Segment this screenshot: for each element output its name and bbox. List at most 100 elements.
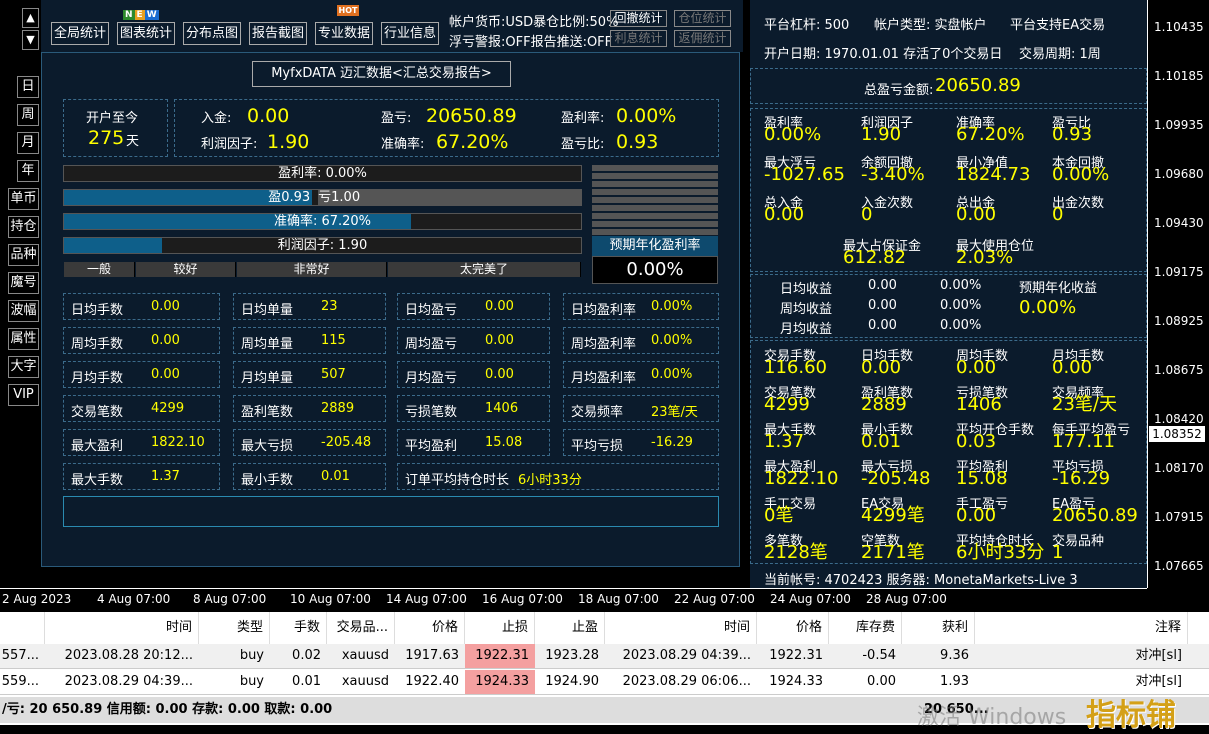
table-header-1[interactable]: 时间 [45,612,199,644]
stat-label: 最大手数 [71,473,124,488]
win-label: 盈0.93 [268,190,311,205]
table-header-8[interactable]: 时间 [605,612,757,644]
stat-value: 0.00 [151,333,180,348]
stat-label: 最大盈利 [71,439,124,454]
decor-stripe [592,197,718,203]
time-tick: 10 Aug 07:00 [290,592,371,606]
table-header-3[interactable]: 手数 [270,612,327,644]
table-header-4[interactable]: 交易品... [327,612,395,644]
interest-stats-button[interactable]: 利息统计 [610,30,667,47]
table-cell: 0.02 [292,648,321,663]
right-trade-value: 2889 [861,394,907,415]
price-tick: 1.07915 [1154,510,1204,524]
nav-button-3[interactable]: 年 [17,160,39,182]
stat-value: 6小时33分 [518,473,582,488]
stat-cell: 订单平均持仓时长 6小时33分 [397,463,719,490]
right-stat-value: 0.00 [956,204,997,225]
table-header-10[interactable]: 库存费 [829,612,902,644]
rebate-stats-button[interactable]: 返佣统计 [674,30,731,47]
stat-value: 0.00 [485,367,514,382]
right-trade-value: 1.37 [764,431,805,452]
nav-button-2[interactable]: 月 [17,132,39,154]
toolbar-button-5[interactable]: 行业信息 [381,22,439,45]
time-tick: 18 Aug 07:00 [578,592,659,606]
table-cell: 1917.63 [405,648,459,663]
pl-ratio-value: 0.93 [616,131,659,153]
stat-cell: 最大盈利 1822.10 [63,429,220,456]
nav-button-1[interactable]: 周 [17,104,39,126]
scroll-down-button[interactable]: ▼ [22,30,39,50]
table-header-5[interactable]: 价格 [395,612,465,644]
nav-button-5[interactable]: 持仓 [8,216,39,238]
stat-cell: 日均盈利率 0.00% [563,293,719,320]
right-stat-value: 1.90 [861,124,902,145]
nav-button-11[interactable]: VIP [8,384,39,406]
toolbar-button-3[interactable]: 报告截图 [249,22,307,45]
stat-cell: 周均单量 115 [233,327,386,354]
decor-stripe [592,189,718,195]
nav-button-4[interactable]: 单币 [8,188,39,210]
stat-cell: 平均盈利 15.08 [397,429,550,456]
nav-button-8[interactable]: 波幅 [8,300,39,322]
stat-cell: 月均单量 507 [233,361,386,388]
stat-cell: 交易笔数 4299 [63,395,220,422]
table-header-2[interactable]: 类型 [199,612,270,644]
profit-factor-value: 1.90 [267,131,310,153]
stat-value: 0.00% [651,367,693,382]
table-header-7[interactable]: 止盈 [535,612,605,644]
new-badge: NEW [123,10,159,20]
windows-activation-watermark: 激活 Windows [917,705,1067,730]
recall-stats-button[interactable]: 回撤统计 [610,10,667,27]
nav-button-10[interactable]: 大字 [8,356,39,378]
table-cell: 559... [1,674,39,689]
stat-cell: 最大亏损 -205.48 [233,429,386,456]
income-rate: 0.00% [940,318,982,333]
scroll-up-button[interactable]: ▲ [22,8,39,28]
stat-value: 0.01 [321,469,350,484]
right-trade-value: 177.11 [1052,431,1115,452]
price-tick: 1.09175 [1154,265,1204,279]
stat-value: -205.48 [321,435,372,450]
account-type: 帐户类型: 实盘帐户 [874,18,987,33]
time-tick: 16 Aug 07:00 [482,592,563,606]
level-2: 非常好 [237,262,387,277]
stat-cell: 周均盈利率 0.00% [563,327,719,354]
table-cell: 2023.08.28 20:12... [64,648,193,663]
income-value: 0.00 [868,278,897,293]
annual-rate-label: 预期年化盈利率 [592,236,718,256]
table-cell: 1923.28 [545,648,599,663]
right-stat-value: 0.00% [1052,164,1110,185]
right-trade-value: 0.01 [861,431,902,452]
stat-cell: 日均单量 23 [233,293,386,320]
table-header-11[interactable]: 获利 [902,612,975,644]
income-rate: 0.00% [940,298,982,313]
stat-cell: 月均手数 0.00 [63,361,220,388]
balance-summary: /亏: 20 650.89 信用额: 0.00 存款: 0.00 取款: 0.0… [2,702,333,717]
deposit-value: 0.00 [247,105,290,127]
nav-button-6[interactable]: 品种 [8,244,39,266]
income-label: 月均收益 [780,322,833,337]
nav-button-9[interactable]: 属性 [8,328,39,350]
table-header-12[interactable]: 注释 [975,612,1188,644]
toolbar-button-1[interactable]: 图表统计 [117,22,175,45]
position-stats-button[interactable]: 仓位统计 [674,10,731,27]
account-server: 当前帐号: 4702423 服务器: MonetaMarkets-Live 3 [764,573,1078,588]
annual-income-label: 预期年化收益 [1019,281,1098,296]
stat-value: 0.00% [651,299,693,314]
table-header-6[interactable]: 止损 [465,612,535,644]
right-trade-value: 116.60 [764,357,827,378]
stat-value: 1406 [485,401,519,416]
table-cell: 1922.31 [769,648,823,663]
level-0: 一般 [64,262,135,277]
table-header-0[interactable] [0,612,45,644]
stat-label: 月均盈亏 [405,371,458,386]
accuracy-bar: 准确率: 67.20% [63,213,582,230]
toolbar-button-0[interactable]: 全局统计 [51,22,109,45]
nav-button-0[interactable]: 日 [17,76,39,98]
decor-stripe [592,213,718,219]
toolbar-button-4[interactable]: 专业数据 [315,22,373,45]
nav-button-7[interactable]: 魔号 [8,272,39,294]
toolbar-button-2[interactable]: 分布点图 [183,22,241,45]
table-cell: 2023.08.29 04:39... [64,674,193,689]
table-header-9[interactable]: 价格 [757,612,829,644]
